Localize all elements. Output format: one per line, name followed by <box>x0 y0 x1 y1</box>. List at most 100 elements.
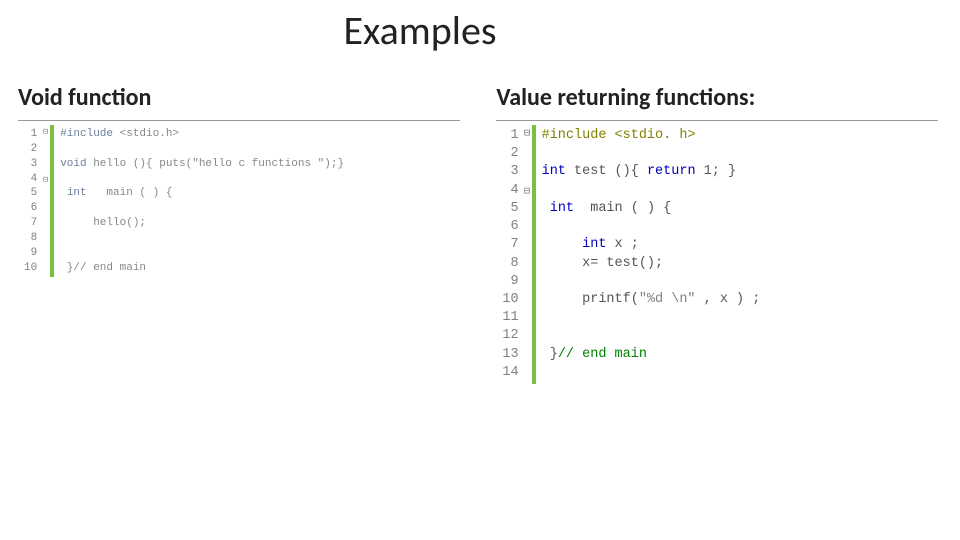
left-code-line <box>60 172 344 187</box>
fold-spacer <box>41 186 50 198</box>
left-line-number: 8 <box>24 231 37 246</box>
code-token: int <box>550 201 574 216</box>
left-line-number: 5 <box>24 186 37 201</box>
right-line-number: 13 <box>502 346 518 364</box>
right-gutter: 1234567891011121314 <box>496 125 522 384</box>
code-token: void <box>60 158 86 170</box>
code-token: test (){ <box>566 164 647 179</box>
fold-spacer <box>41 163 50 175</box>
left-line-number: 10 <box>24 261 37 276</box>
code-token: printf( <box>542 292 639 307</box>
code-token: hello(); <box>60 217 146 229</box>
right-code-line <box>542 309 761 327</box>
fold-spacer <box>523 317 532 332</box>
columns: Void function 12345678910 ⊟⊟ #include <s… <box>0 55 960 384</box>
left-code-line: hello(); <box>60 216 344 231</box>
right-line-number: 12 <box>502 327 518 345</box>
right-line-number: 10 <box>502 291 518 309</box>
left-code-line: int main ( ) { <box>60 186 344 201</box>
left-code-line: }// end main <box>60 261 344 276</box>
code-token: #include <box>60 128 119 140</box>
left-divider <box>18 120 460 121</box>
left-code-line <box>60 142 344 157</box>
slide-title: Examples <box>0 0 960 55</box>
left-line-number: 3 <box>24 157 37 172</box>
left-line-number: 4 <box>24 172 37 187</box>
code-token: int <box>67 187 87 199</box>
right-line-number: 1 <box>502 127 518 145</box>
right-code-line: int test (){ return 1; } <box>542 163 761 181</box>
right-code-line: int main ( ) { <box>542 200 761 218</box>
fold-toggle-icon[interactable]: ⊟ <box>523 127 532 142</box>
right-line-number: 11 <box>502 309 518 327</box>
fold-spacer <box>523 287 532 302</box>
fold-spacer <box>523 156 532 171</box>
fold-spacer <box>523 142 532 157</box>
right-code: #include <stdio. h> int test (){ return 1… <box>540 125 761 384</box>
code-token: main ( ) { <box>574 201 671 216</box>
code-token: // end main <box>558 347 647 362</box>
left-line-number: 1 <box>24 127 37 142</box>
left-code-line <box>60 246 344 261</box>
fold-toggle-icon[interactable]: ⊟ <box>523 185 532 200</box>
left-fold-col: ⊟⊟ <box>41 125 50 277</box>
right-code-line <box>542 145 761 163</box>
code-token <box>542 201 550 216</box>
right-line-number: 7 <box>502 236 518 254</box>
code-token: main ( ) { <box>87 187 173 199</box>
right-code-line: printf("%d \n" , x ) ; <box>542 291 761 309</box>
code-token: hello (){ puts( <box>87 158 193 170</box>
code-token: <stdio.h> <box>120 128 179 140</box>
right-line-number: 3 <box>502 163 518 181</box>
left-change-bar <box>50 125 54 277</box>
fold-spacer <box>523 244 532 259</box>
code-token: #include <box>542 128 615 143</box>
right-code-line <box>542 273 761 291</box>
right-code-line <box>542 364 761 382</box>
code-token: x ; <box>606 237 638 252</box>
right-code-line: int x ; <box>542 236 761 254</box>
left-code-line <box>60 231 344 246</box>
fold-spacer <box>41 139 50 151</box>
left-code-line: void hello (){ puts("hello c functions "… <box>60 157 344 172</box>
left-line-number: 7 <box>24 216 37 231</box>
left-line-number: 9 <box>24 246 37 261</box>
fold-spacer <box>523 214 532 229</box>
code-token: } <box>60 262 73 274</box>
fold-toggle-icon[interactable]: ⊟ <box>41 175 50 187</box>
code-token: 1; } <box>696 164 737 179</box>
right-line-number: 4 <box>502 182 518 200</box>
fold-spacer <box>523 273 532 288</box>
code-token: int <box>542 164 566 179</box>
fold-spacer <box>523 171 532 186</box>
left-gutter: 12345678910 <box>18 125 41 277</box>
right-editor: 1234567891011121314 ⊟⊟ #include <stdio. … <box>496 125 938 384</box>
right-code-line <box>542 182 761 200</box>
left-line-number: 6 <box>24 201 37 216</box>
fold-spacer <box>41 210 50 222</box>
code-token: int <box>582 237 606 252</box>
fold-spacer <box>523 229 532 244</box>
code-token: "%d \n" <box>639 292 696 307</box>
fold-spacer <box>41 151 50 163</box>
left-code-line <box>60 201 344 216</box>
code-token: return <box>647 164 696 179</box>
left-code-line: #include <stdio.h> <box>60 127 344 142</box>
code-token <box>542 237 583 252</box>
right-code-line <box>542 218 761 236</box>
code-token: x= test(); <box>542 256 664 271</box>
right-code-line: #include <stdio. h> <box>542 127 761 145</box>
code-token <box>60 187 67 199</box>
right-line-number: 9 <box>502 273 518 291</box>
fold-spacer <box>41 198 50 210</box>
fold-toggle-icon[interactable]: ⊟ <box>41 127 50 139</box>
right-change-bar <box>532 125 536 384</box>
right-code-line: }// end main <box>542 346 761 364</box>
right-column: Value returning functions: 1234567891011… <box>496 83 938 384</box>
left-line-number: 2 <box>24 142 37 157</box>
right-line-number: 14 <box>502 364 518 382</box>
right-code-line <box>542 327 761 345</box>
fold-spacer <box>523 258 532 273</box>
fold-spacer <box>523 200 532 215</box>
left-column: Void function 12345678910 ⊟⊟ #include <s… <box>18 83 460 384</box>
